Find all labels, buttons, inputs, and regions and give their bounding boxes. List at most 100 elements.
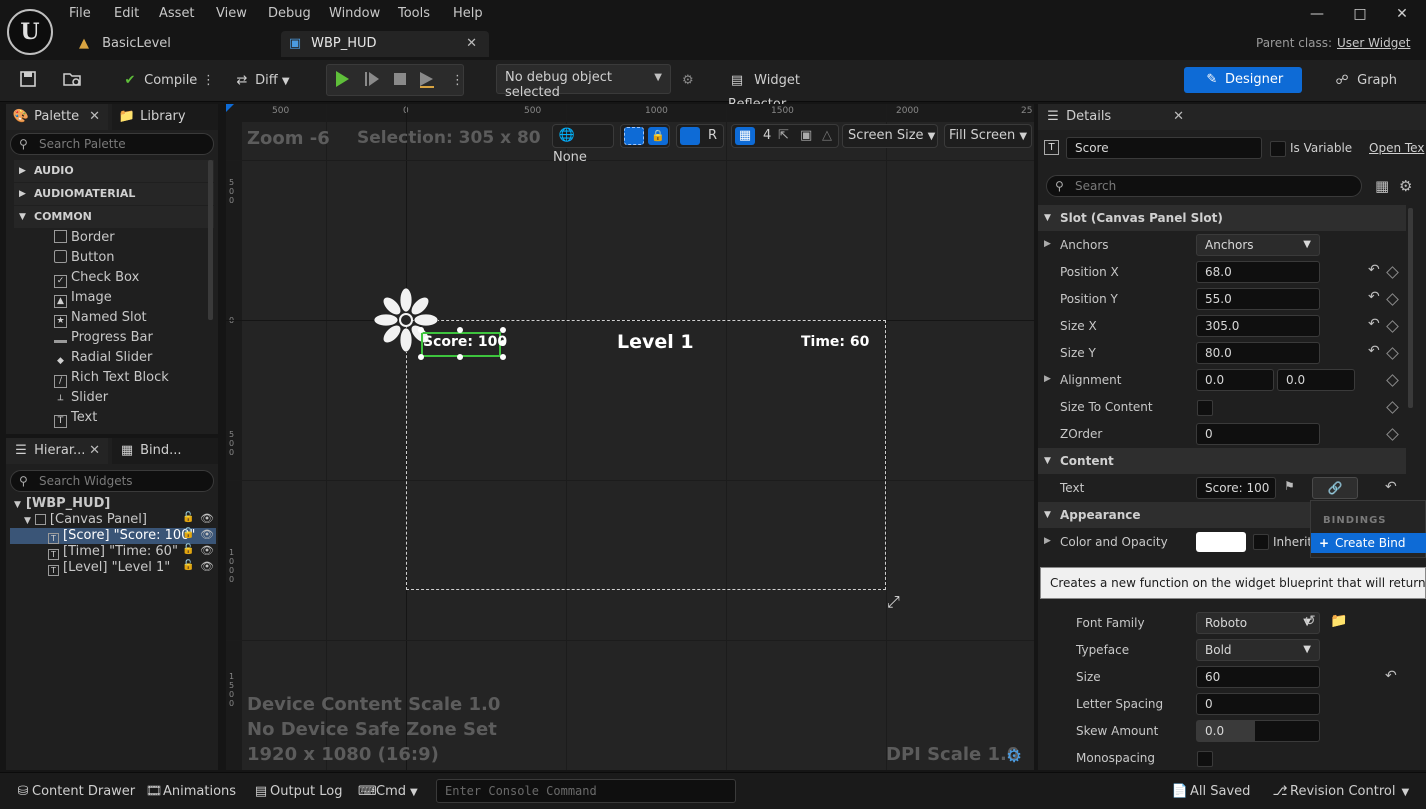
- table-view-icon[interactable]: ▦: [1375, 177, 1389, 195]
- diff-button[interactable]: ⇄ Diff ▼: [233, 69, 295, 93]
- palette-item-text[interactable]: T Text: [54, 408, 97, 428]
- close-icon[interactable]: ✕: [89, 438, 100, 464]
- tab-palette[interactable]: 🎨 Palette ✕: [6, 104, 108, 130]
- section-slot[interactable]: ▼ Slot (Canvas Panel Slot): [1038, 205, 1406, 231]
- content-drawer-button[interactable]: ⛁ Content Drawer: [14, 782, 136, 802]
- tab-basic-level[interactable]: ▲ BasicLevel: [76, 31, 276, 57]
- lock-icon[interactable]: 🔓: [182, 528, 194, 539]
- tab-bindings[interactable]: ▦ Bind...: [112, 438, 218, 464]
- maximize-icon[interactable]: □: [1350, 4, 1370, 24]
- lock-icon[interactable]: 🔓: [182, 512, 194, 523]
- resize-corner-icon[interactable]: ⤢: [887, 592, 900, 612]
- designer-button[interactable]: ✎ Designer: [1184, 67, 1302, 93]
- reset-icon[interactable]: ↶: [1368, 262, 1380, 278]
- bind-button[interactable]: 🔗: [1312, 477, 1358, 499]
- selection-mode-group[interactable]: 🔒: [620, 124, 670, 148]
- reset-icon[interactable]: ↶: [1368, 289, 1380, 305]
- details-scrollbar[interactable]: [1408, 208, 1413, 408]
- eject-icon[interactable]: [417, 69, 437, 93]
- chevron-right-icon[interactable]: ▶: [1044, 239, 1051, 249]
- screen-size-dropdown[interactable]: Screen Size ▼: [842, 124, 938, 148]
- resize-handle[interactable]: [418, 327, 424, 333]
- category-audiomaterial[interactable]: ▶ AUDIOMATERIAL: [14, 183, 214, 205]
- eye-icon[interactable]: 👁: [200, 544, 214, 557]
- close-icon[interactable]: ✕: [89, 104, 100, 130]
- tree-item-time[interactable]: T [Time] "Time: 60": [48, 544, 178, 560]
- dpi-triangle-icon[interactable]: △: [822, 125, 832, 147]
- tab-wbp-hud[interactable]: ▣ WBP_HUD ✕: [281, 31, 489, 57]
- palette-item-named-slot[interactable]: ★ Named Slot: [54, 308, 147, 328]
- menu-help[interactable]: Help: [453, 6, 483, 21]
- open-text-link[interactable]: Open Tex: [1369, 141, 1424, 155]
- skew-amount-slider[interactable]: 0.0: [1196, 720, 1320, 742]
- resize-handle[interactable]: [457, 327, 463, 333]
- score-text[interactable]: Score: 100: [423, 334, 507, 350]
- create-binding-item[interactable]: + Create Bind: [1311, 533, 1426, 553]
- eye-icon[interactable]: 👁: [200, 560, 214, 573]
- palette-item-radial-slider[interactable]: ◆ Radial Slider: [54, 348, 152, 368]
- lock-icon[interactable]: 🔒: [648, 127, 668, 145]
- unreal-logo[interactable]: U: [7, 9, 53, 55]
- widget-name-input[interactable]: Score: [1066, 137, 1262, 159]
- menu-window[interactable]: Window: [329, 6, 380, 21]
- lock-icon[interactable]: 🔓: [182, 544, 194, 555]
- chevron-right-icon[interactable]: ▶: [1044, 536, 1051, 546]
- reset-icon[interactable]: ↶: [1368, 343, 1380, 359]
- color-swatch[interactable]: [1196, 532, 1246, 552]
- monospacing-checkbox[interactable]: [1197, 751, 1213, 767]
- resize-handle[interactable]: [418, 354, 424, 360]
- position-x-input[interactable]: 68.0: [1196, 261, 1320, 283]
- font-family-dropdown[interactable]: Roboto ▼: [1196, 612, 1320, 634]
- menu-asset[interactable]: Asset: [159, 6, 195, 21]
- animations-button[interactable]: 🎞Animations: [145, 782, 236, 802]
- eye-icon[interactable]: 👁: [200, 528, 214, 541]
- section-content[interactable]: ▼ Content: [1038, 448, 1406, 474]
- inherit-checkbox[interactable]: [1253, 534, 1269, 550]
- palette-item-image[interactable]: ▲ Image: [54, 288, 112, 308]
- output-log-button[interactable]: ▤ Output Log: [252, 782, 343, 802]
- size-y-input[interactable]: 80.0: [1196, 342, 1320, 364]
- console-input[interactable]: Enter Console Command: [436, 779, 736, 803]
- cmd-dropdown[interactable]: ⌨Cmd ▼: [358, 782, 418, 802]
- browse-folder-icon[interactable]: 📁: [1330, 613, 1347, 629]
- category-common[interactable]: ▼ COMMON: [14, 206, 214, 228]
- menu-file[interactable]: File: [69, 6, 91, 21]
- save-icon[interactable]: [18, 69, 40, 93]
- tab-library[interactable]: 📁 Library: [112, 104, 218, 130]
- typeface-dropdown[interactable]: Bold ▼: [1196, 639, 1320, 661]
- palette-item-border[interactable]: Border: [54, 228, 115, 248]
- designer-canvas[interactable]: 500 0 500 1000 1500 2000 25 5 0 0 0 5 0 …: [226, 104, 1034, 770]
- resize-handle[interactable]: [500, 327, 506, 333]
- revision-control-button[interactable]: ⎇ Revision Control ▼: [1270, 782, 1410, 802]
- resize-handle[interactable]: [500, 340, 506, 346]
- stop-icon[interactable]: [390, 69, 410, 93]
- compile-options-icon[interactable]: ⋮: [202, 69, 215, 93]
- palette-item-slider[interactable]: ┴ Slider: [54, 388, 108, 408]
- marquee-icon[interactable]: [624, 127, 644, 145]
- lock-icon[interactable]: 🔓: [182, 560, 194, 571]
- chevron-right-icon[interactable]: ▶: [1044, 374, 1051, 384]
- play-options-icon[interactable]: ⋮: [451, 69, 464, 93]
- widget-outline-icon[interactable]: [680, 127, 700, 145]
- alignment-y-input[interactable]: 0.0: [1277, 369, 1355, 391]
- tab-details[interactable]: ☰ Details ✕: [1038, 104, 1196, 130]
- palette-item-button[interactable]: Button: [54, 248, 115, 268]
- palette-item-checkbox[interactable]: ✓ Check Box: [54, 268, 139, 288]
- all-saved-button[interactable]: 📄 All Saved: [1170, 782, 1251, 802]
- menu-debug[interactable]: Debug: [268, 6, 311, 21]
- hierarchy-search-input[interactable]: ⚲ Search Widgets: [10, 470, 214, 492]
- reset-icon[interactable]: ↶: [1385, 479, 1397, 495]
- close-tab-icon[interactable]: ✕: [466, 31, 477, 57]
- close-icon[interactable]: ✕: [1173, 104, 1184, 130]
- category-audio[interactable]: ▶ AUDIO: [14, 160, 214, 182]
- zorder-input[interactable]: 0: [1196, 423, 1320, 445]
- resize-handle[interactable]: [500, 354, 506, 360]
- cursor-icon[interactable]: ⇱: [778, 125, 789, 147]
- compile-button[interactable]: ✔ Compile: [120, 69, 200, 93]
- browse-icon[interactable]: [62, 69, 84, 93]
- tree-root[interactable]: ▼ [WBP_HUD]: [14, 496, 110, 512]
- menu-tools[interactable]: Tools: [398, 6, 430, 21]
- play-icon[interactable]: [332, 69, 352, 93]
- anchors-dropdown[interactable]: Anchors ▼: [1196, 234, 1320, 256]
- size-to-content-checkbox[interactable]: [1197, 400, 1213, 416]
